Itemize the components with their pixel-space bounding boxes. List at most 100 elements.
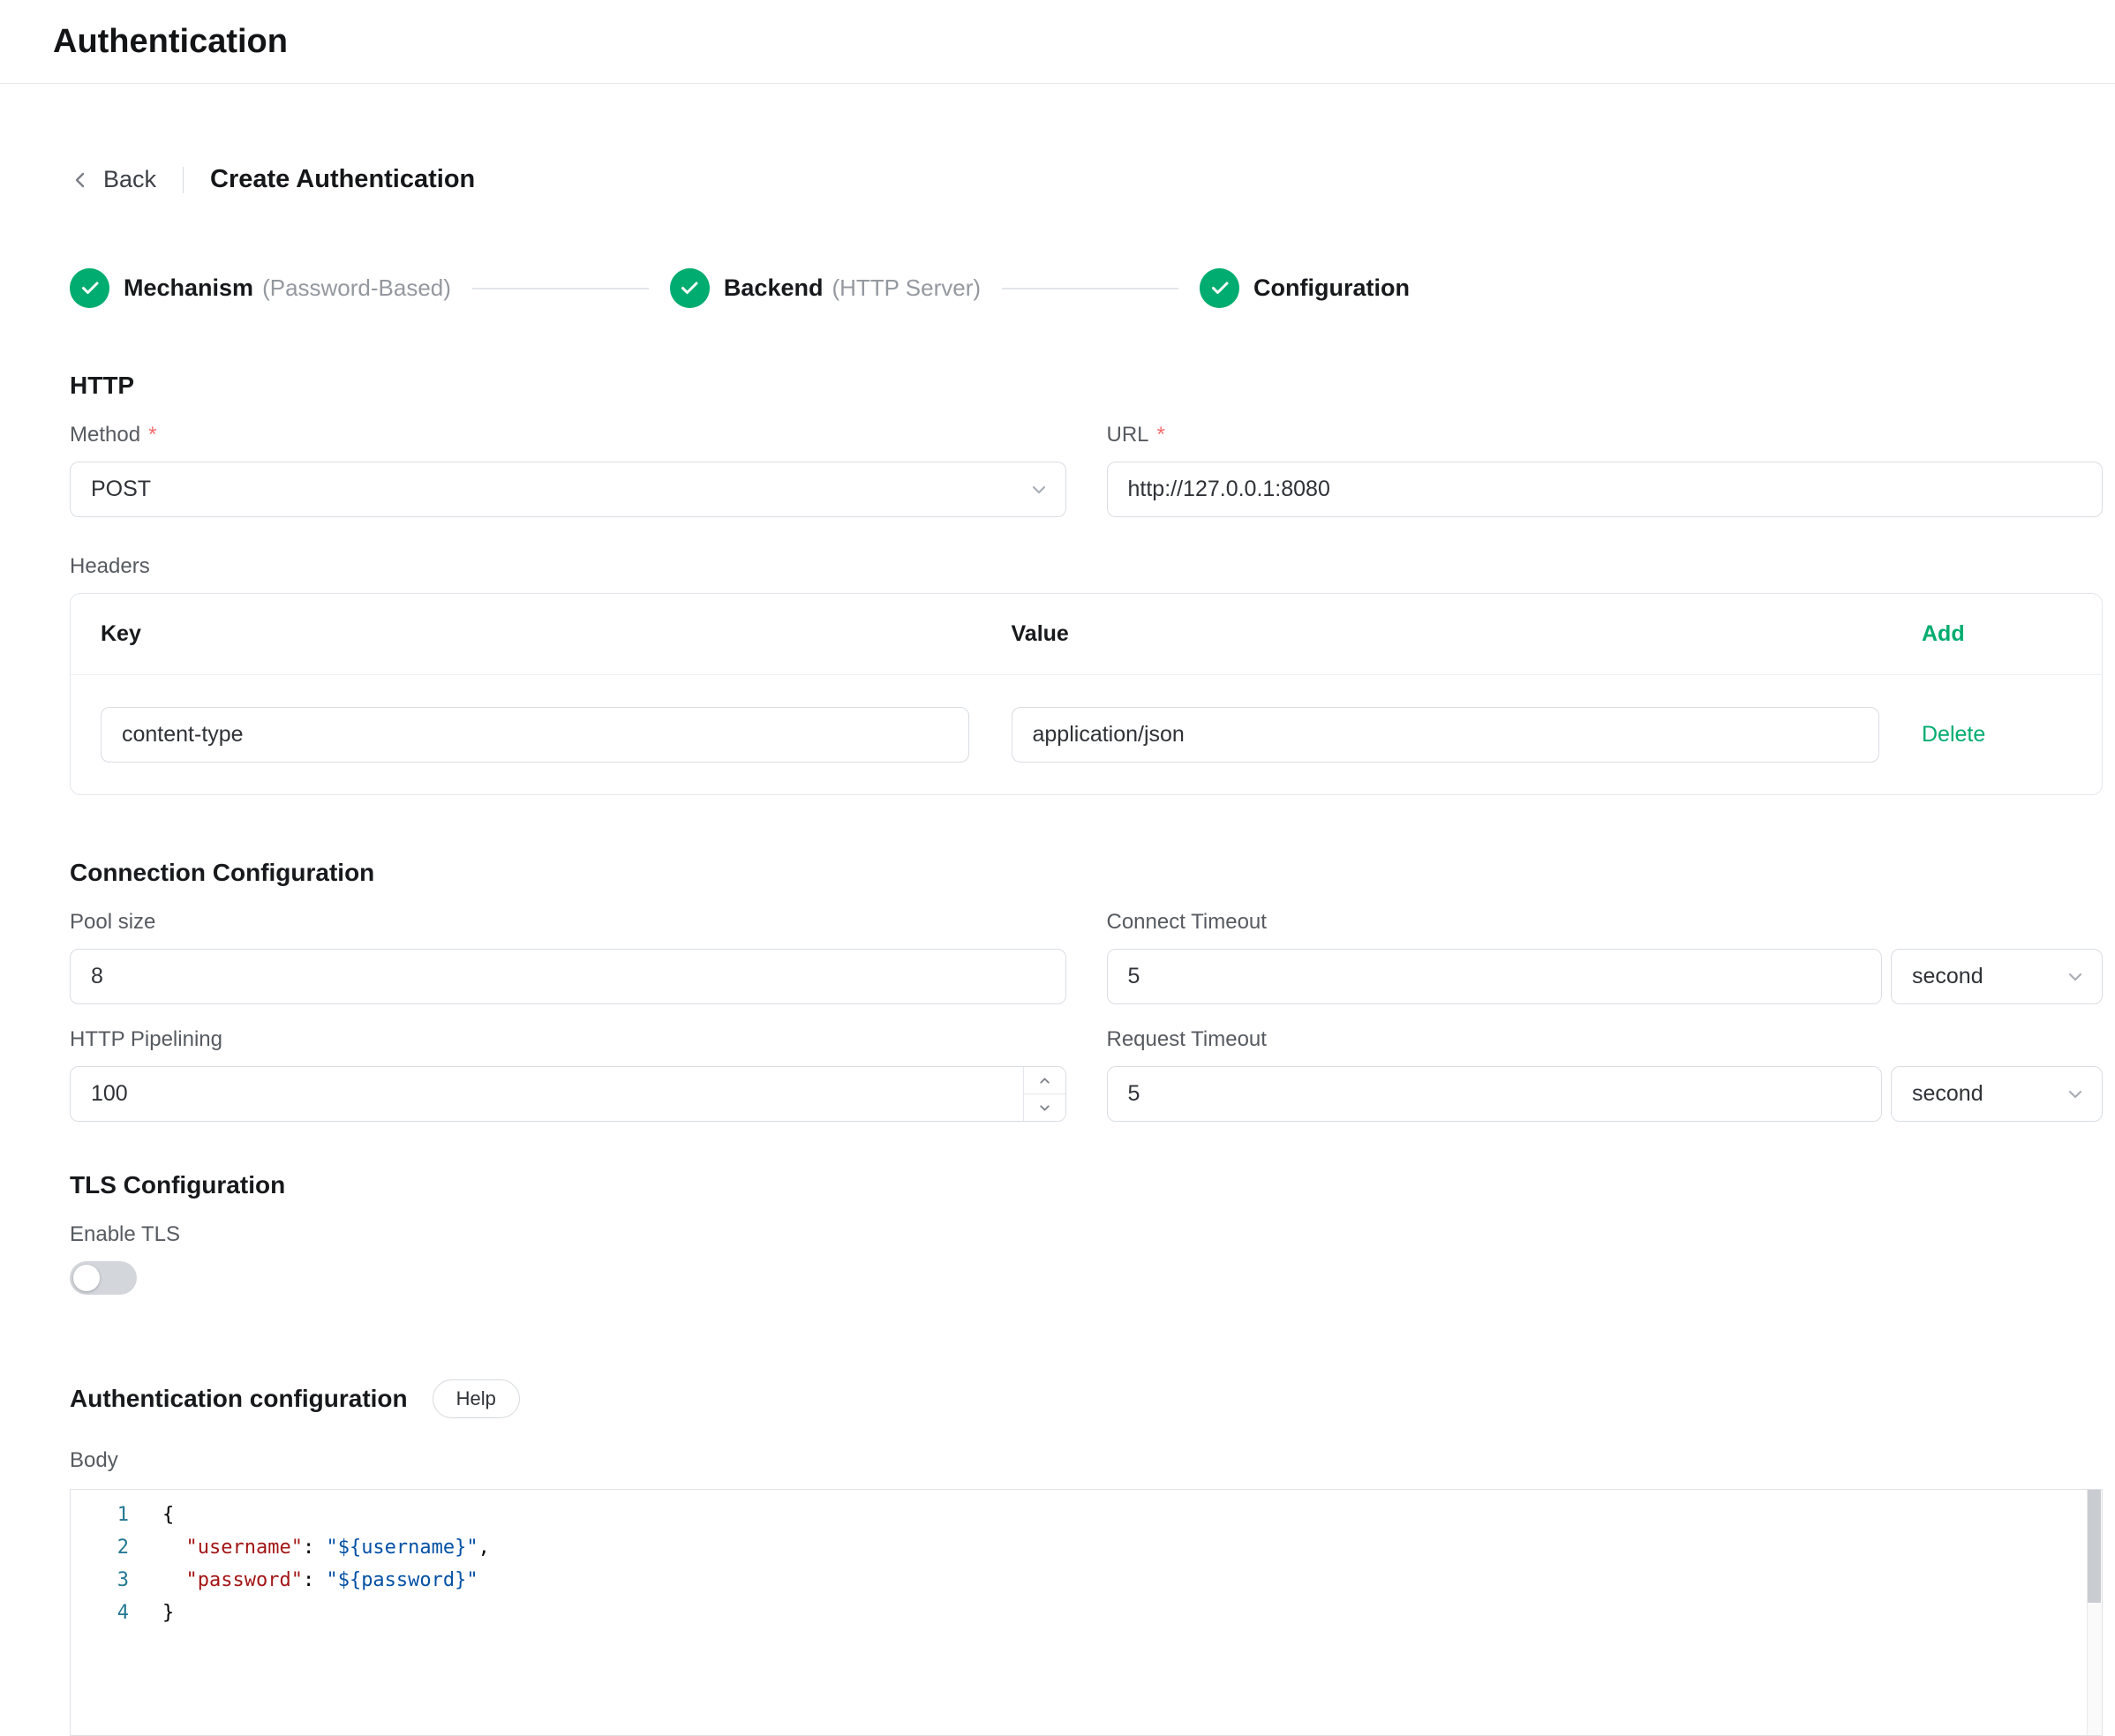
code-line: 1{ [71, 1499, 2102, 1531]
breadcrumb: Back Create Authentication [70, 165, 2103, 194]
connect-timeout-label: Connect Timeout [1107, 910, 2104, 935]
header-key-input[interactable] [101, 707, 969, 763]
connect-timeout-unit-select[interactable]: second [1891, 949, 2103, 1004]
editor-scrollbar-track [2087, 1490, 2102, 1735]
request-timeout-unit-select[interactable]: second [1891, 1066, 2103, 1122]
code-token: { [162, 1504, 174, 1526]
code-token [162, 1569, 186, 1591]
http-pipelining-field: HTTP Pipelining [70, 1004, 1066, 1122]
headers-table: Key Value Add Delete [70, 593, 2103, 795]
body-label: Body [70, 1448, 2103, 1473]
step-mechanism: Mechanism (Password-Based) [70, 268, 451, 308]
code-token: "username" [186, 1537, 303, 1559]
url-input[interactable] [1107, 462, 2104, 517]
code-line: 4} [71, 1597, 2102, 1629]
enable-tls-toggle[interactable] [70, 1261, 137, 1295]
pool-size-input[interactable] [70, 949, 1066, 1004]
code-token: "password" [186, 1569, 303, 1591]
back-label: Back [103, 166, 156, 193]
request-timeout-field: Request Timeout second [1107, 1004, 2104, 1122]
decrease-button[interactable] [1024, 1093, 1065, 1121]
pool-size-field: Pool size [70, 887, 1066, 1004]
header-value-input[interactable] [1012, 707, 1880, 763]
table-row: Delete [71, 675, 2102, 794]
step-backend: Backend (HTTP Server) [670, 268, 981, 308]
chevron-down-icon [1037, 1101, 1052, 1116]
code-text: "username": "${username}", [162, 1531, 490, 1564]
delete-header-button[interactable]: Delete [1922, 722, 2072, 748]
page-header: Authentication [0, 0, 2115, 84]
step-label: Mechanism [124, 274, 253, 302]
line-number: 3 [71, 1564, 162, 1597]
number-stepper [1023, 1067, 1065, 1121]
code-token: "${password}" [326, 1569, 478, 1591]
line-number: 2 [71, 1531, 162, 1564]
chevron-down-icon [2065, 966, 2086, 988]
method-select[interactable]: POST [70, 462, 1066, 517]
url-label: URL * [1107, 423, 2104, 447]
editor-scrollbar[interactable] [2088, 1490, 2101, 1603]
code-token: } [162, 1602, 174, 1624]
code-text: "password": "${password}" [162, 1564, 478, 1597]
http-pipelining-label: HTTP Pipelining [70, 1027, 1066, 1052]
chevron-left-icon [70, 169, 91, 191]
auth-config-heading: Authentication configuration [70, 1385, 408, 1413]
code-line: 3 "password": "${password}" [71, 1564, 2102, 1597]
step-connector [472, 288, 649, 289]
toggle-knob [73, 1265, 100, 1291]
code-token: , [478, 1537, 490, 1559]
request-timeout-unit-value: second [1912, 1081, 1983, 1107]
line-number: 1 [71, 1499, 162, 1531]
code-text: } [162, 1597, 174, 1629]
request-timeout-label: Request Timeout [1107, 1027, 2104, 1052]
key-column-header: Key [101, 621, 969, 647]
connect-timeout-field: Connect Timeout second [1107, 887, 2104, 1004]
http-pipelining-input[interactable] [70, 1066, 1066, 1122]
step-label: Backend [724, 274, 824, 302]
create-authentication-title: Create Authentication [210, 165, 475, 194]
help-button[interactable]: Help [433, 1379, 520, 1418]
headers-table-header: Key Value Add [71, 594, 2102, 675]
step-configuration: Configuration [1200, 268, 1410, 308]
back-button[interactable]: Back [70, 166, 156, 193]
code-token: : [303, 1569, 327, 1591]
request-timeout-input[interactable] [1107, 1066, 1883, 1122]
url-field: URL * [1107, 400, 2104, 517]
pool-size-label: Pool size [70, 910, 1066, 935]
increase-button[interactable] [1024, 1067, 1065, 1093]
connect-timeout-input[interactable] [1107, 949, 1883, 1004]
connection-section-heading: Connection Configuration [70, 859, 2103, 887]
method-label-text: Method [70, 423, 140, 447]
check-circle-icon [1200, 268, 1239, 308]
url-label-text: URL [1107, 423, 1149, 447]
page-title: Authentication [53, 23, 288, 61]
chevron-down-icon [1028, 479, 1050, 500]
chevron-up-icon [1037, 1073, 1052, 1088]
check-circle-icon [670, 268, 710, 308]
enable-tls-label: Enable TLS [70, 1222, 2103, 1247]
method-label: Method * [70, 423, 1066, 447]
required-mark: * [1157, 423, 1165, 447]
code-token: "${username}" [326, 1537, 478, 1559]
code-token: : [303, 1537, 327, 1559]
stepper: Mechanism (Password-Based) Backend (HTTP… [70, 268, 2103, 308]
step-connector [1002, 288, 1178, 289]
main-content: Back Create Authentication Mechanism (Pa… [0, 165, 2115, 1736]
code-token [162, 1537, 186, 1559]
connect-timeout-unit-value: second [1912, 964, 1983, 989]
step-sublabel: (Password-Based) [262, 274, 451, 302]
add-header-button[interactable]: Add [1922, 621, 2072, 647]
line-number: 4 [71, 1597, 162, 1629]
tls-section-heading: TLS Configuration [70, 1171, 2103, 1199]
code-line: 2 "username": "${username}", [71, 1531, 2102, 1564]
breadcrumb-divider [183, 167, 184, 193]
http-section-heading: HTTP [70, 372, 2103, 400]
code-text: { [162, 1499, 174, 1531]
method-select-value: POST [91, 477, 151, 502]
required-mark: * [148, 423, 156, 447]
check-circle-icon [70, 268, 109, 308]
code-lines: 1{2 "username": "${username}",3 "passwor… [71, 1490, 2102, 1629]
headers-label: Headers [70, 554, 2103, 579]
body-code-editor[interactable]: 1{2 "username": "${username}",3 "passwor… [70, 1489, 2103, 1736]
method-field: Method * POST [70, 400, 1066, 517]
